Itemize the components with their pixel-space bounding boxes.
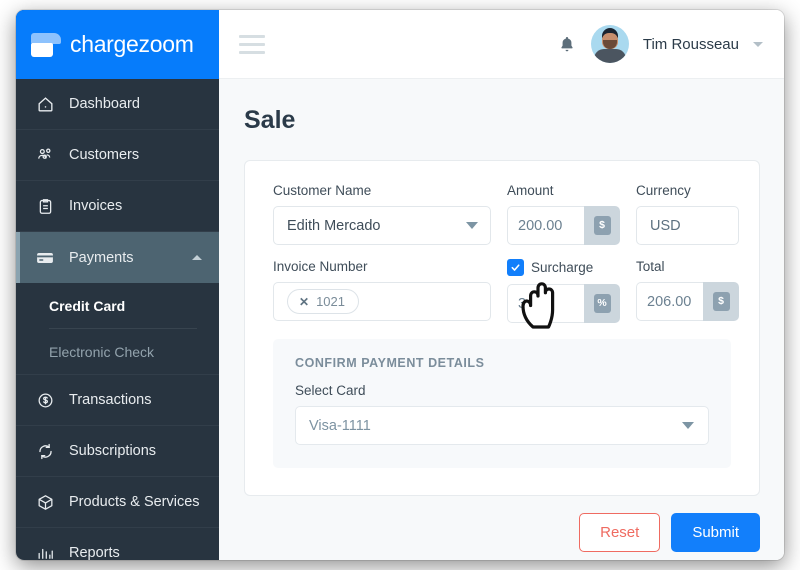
bell-icon[interactable] bbox=[557, 34, 577, 55]
customer-name-select[interactable]: Edith Mercado bbox=[273, 206, 491, 245]
selected-card-value: Visa-1111 bbox=[309, 417, 371, 434]
chevron-down-icon bbox=[466, 222, 478, 229]
sidebar-item-label: Payments bbox=[69, 249, 134, 266]
field-invoice-number: Invoice Number ✕ 1021 bbox=[273, 259, 491, 323]
subitem-label: Credit Card bbox=[49, 297, 126, 314]
form-row-2: Invoice Number ✕ 1021 Surcharge 3.00 % T… bbox=[273, 259, 739, 323]
reset-button[interactable]: Reset bbox=[579, 513, 661, 552]
currency-input[interactable]: USD bbox=[636, 206, 739, 245]
sidebar-item-label: Customers bbox=[69, 147, 140, 163]
credit-card-icon bbox=[35, 248, 55, 268]
sidebar-item-label: Dashboard bbox=[69, 96, 140, 112]
form-actions: Reset Submit bbox=[244, 496, 760, 552]
sidebar-item-reports[interactable]: Reports bbox=[16, 528, 219, 560]
chevron-up-icon bbox=[192, 255, 202, 260]
surcharge-input-group: 3.00 % bbox=[507, 284, 620, 323]
amount-input-group: 200.00 $ bbox=[507, 206, 620, 245]
field-surcharge: Surcharge 3.00 % bbox=[507, 259, 620, 323]
form-row-1: Customer Name Edith Mercado Amount 200.0… bbox=[273, 183, 739, 245]
subitem-label: Electronic Check bbox=[49, 343, 155, 360]
topbar: Tim Rousseau bbox=[219, 10, 784, 79]
sidebar-item-invoices[interactable]: Invoices bbox=[16, 181, 219, 232]
sidebar-item-transactions[interactable]: Transactions bbox=[16, 375, 219, 426]
select-card-dropdown[interactable]: Visa-1111 bbox=[295, 406, 709, 445]
sidebar-item-payments[interactable]: Payments bbox=[16, 232, 219, 283]
invoice-number-label: Invoice Number bbox=[273, 259, 368, 274]
total-input[interactable]: 206.00 bbox=[636, 282, 703, 321]
app-window: chargezoom Dashboard Customers Invoices … bbox=[16, 10, 784, 560]
currency-value: USD bbox=[650, 217, 681, 234]
sidebar-subitem-electronic-check[interactable]: Electronic Check bbox=[16, 329, 219, 374]
surcharge-label-row: Surcharge bbox=[507, 259, 620, 276]
home-icon bbox=[35, 94, 55, 114]
total-currency-addon[interactable]: $ bbox=[703, 282, 739, 321]
dollar-circle-icon bbox=[35, 390, 55, 410]
amount-label: Amount bbox=[507, 183, 554, 198]
chevron-down-icon[interactable] bbox=[753, 41, 763, 47]
refresh-icon bbox=[35, 441, 55, 461]
surcharge-percent-addon[interactable]: % bbox=[584, 284, 620, 323]
invoice-number-input[interactable]: ✕ 1021 bbox=[273, 282, 491, 321]
payments-submenu: Credit Card Electronic Check bbox=[16, 283, 219, 375]
dollar-icon: $ bbox=[712, 292, 730, 311]
sidebar-item-products-services[interactable]: Products & Services bbox=[16, 477, 219, 528]
content: Sale Customer Name Edith Mercado Amount bbox=[219, 79, 784, 560]
field-total: Total 206.00 $ bbox=[636, 259, 739, 323]
percent-icon: % bbox=[593, 294, 611, 313]
dollar-icon: $ bbox=[593, 216, 611, 235]
field-amount: Amount 200.00 $ bbox=[507, 183, 620, 245]
box-icon bbox=[35, 492, 55, 512]
page-title: Sale bbox=[244, 106, 296, 134]
field-currency: Currency USD bbox=[636, 183, 739, 245]
sidebar-item-label: Reports bbox=[69, 545, 120, 560]
total-label: Total bbox=[636, 259, 665, 274]
customer-name-label: Customer Name bbox=[273, 183, 372, 198]
total-input-group: 206.00 $ bbox=[636, 282, 739, 321]
confirm-payment-details-panel: CONFIRM PAYMENT DETAILS Select Card Visa… bbox=[273, 339, 731, 468]
surcharge-checkbox[interactable] bbox=[507, 259, 524, 276]
sidebar-nav: Dashboard Customers Invoices Payments Cr… bbox=[16, 79, 219, 560]
main-area: Tim Rousseau Sale Customer Name Edith Me… bbox=[219, 10, 784, 560]
brand-name: chargezoom bbox=[70, 31, 194, 57]
chargezoom-logo-icon bbox=[31, 30, 61, 60]
people-icon bbox=[35, 145, 55, 165]
sale-form-card: Customer Name Edith Mercado Amount 200.0… bbox=[244, 160, 760, 496]
surcharge-input[interactable]: 3.00 bbox=[507, 284, 584, 323]
surcharge-label: Surcharge bbox=[531, 260, 594, 275]
amount-value: 200.00 bbox=[518, 217, 563, 234]
sidebar-item-label: Subscriptions bbox=[69, 443, 157, 459]
total-value: 206.00 bbox=[647, 293, 692, 310]
currency-label: Currency bbox=[636, 183, 691, 198]
brand-logo[interactable]: chargezoom bbox=[16, 10, 219, 79]
confirm-payment-details-title: CONFIRM PAYMENT DETAILS bbox=[295, 356, 485, 370]
chevron-down-icon bbox=[682, 422, 694, 429]
close-icon[interactable]: ✕ bbox=[299, 295, 309, 309]
clipboard-icon bbox=[35, 196, 55, 216]
surcharge-value: 3.00 bbox=[518, 295, 547, 312]
amount-currency-addon[interactable]: $ bbox=[584, 206, 620, 245]
user-name: Tim Rousseau bbox=[642, 35, 739, 53]
avatar[interactable] bbox=[590, 25, 629, 63]
sidebar-item-customers[interactable]: Customers bbox=[16, 130, 219, 181]
sidebar: chargezoom Dashboard Customers Invoices … bbox=[16, 10, 219, 560]
invoice-chip-value: 1021 bbox=[316, 294, 345, 309]
amount-input[interactable]: 200.00 bbox=[507, 206, 584, 245]
sidebar-item-subscriptions[interactable]: Subscriptions bbox=[16, 426, 219, 477]
hamburger-icon[interactable] bbox=[239, 34, 265, 54]
customer-name-value: Edith Mercado bbox=[287, 217, 381, 234]
sidebar-item-label: Products & Services bbox=[69, 494, 200, 510]
sidebar-item-label: Transactions bbox=[69, 392, 152, 408]
bar-chart-icon bbox=[35, 543, 55, 560]
sidebar-subitem-credit-card[interactable]: Credit Card bbox=[16, 283, 219, 328]
submit-button[interactable]: Submit bbox=[671, 513, 760, 552]
sidebar-item-dashboard[interactable]: Dashboard bbox=[16, 79, 219, 130]
sidebar-item-label: Invoices bbox=[69, 198, 123, 214]
invoice-chip[interactable]: ✕ 1021 bbox=[287, 289, 359, 314]
topbar-right: Tim Rousseau bbox=[557, 25, 763, 63]
field-customer-name: Customer Name Edith Mercado bbox=[273, 183, 491, 245]
select-card-label: Select Card bbox=[295, 383, 366, 398]
